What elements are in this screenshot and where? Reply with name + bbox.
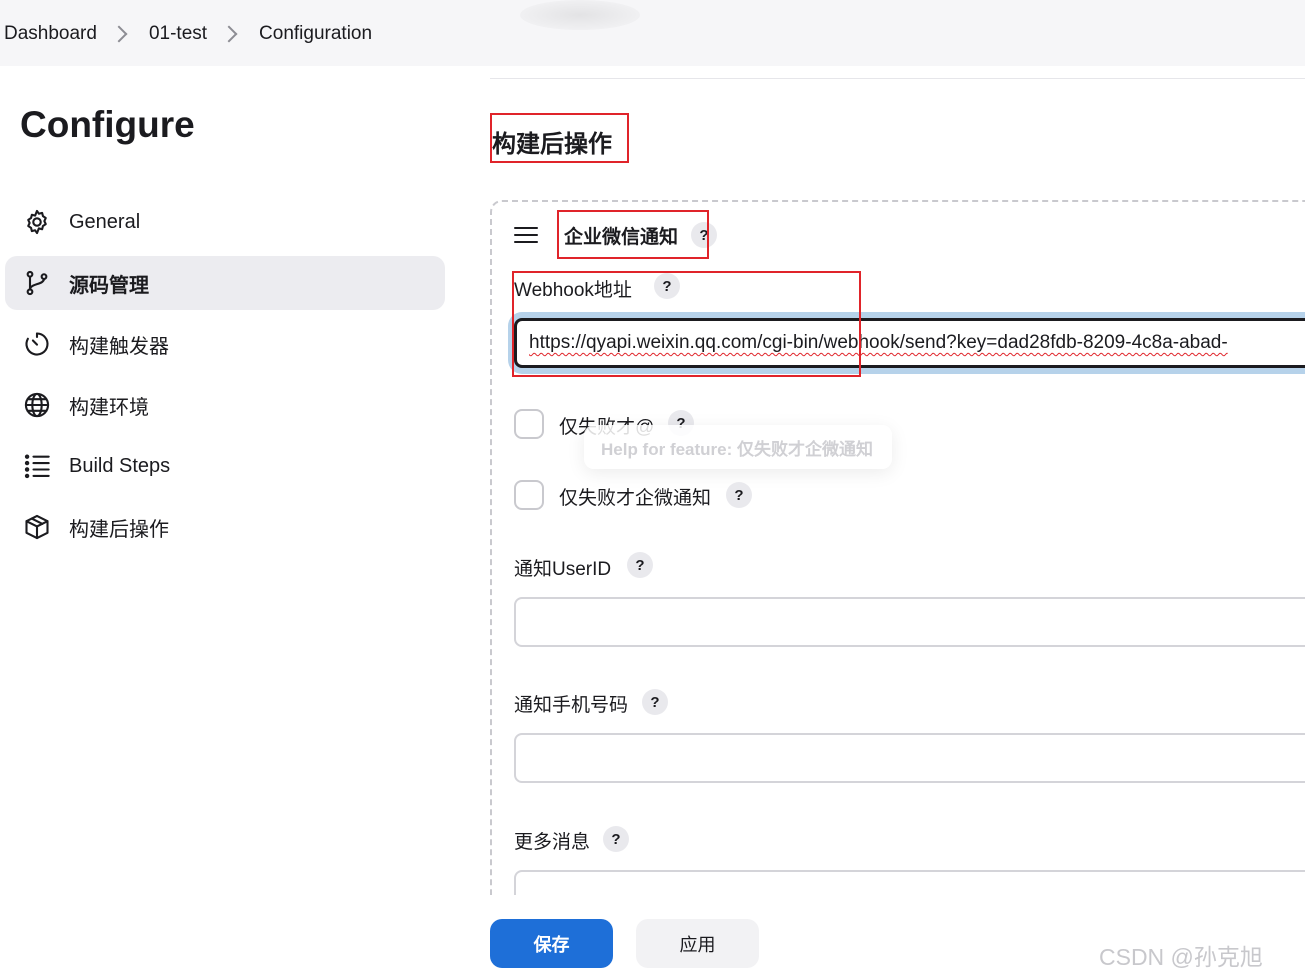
fail-only-notify-label: 仅失败才企微通知 xyxy=(559,488,712,509)
chevron-right-icon xyxy=(110,25,128,43)
sidebar-item-label: Build Steps xyxy=(69,454,171,477)
breadcrumb-configuration[interactable]: Configuration xyxy=(259,23,372,45)
sidebar-item-label: General xyxy=(69,210,141,233)
sidebar-item-post-build[interactable]: 构建后操作 xyxy=(5,500,445,554)
sidebar-item-label: 构建触发器 xyxy=(69,335,169,358)
breadcrumb-dashboard[interactable]: Dashboard xyxy=(4,23,97,45)
timer-icon xyxy=(22,329,52,359)
page-title: Configure xyxy=(20,104,195,145)
apply-button[interactable]: 应用 xyxy=(636,919,759,968)
blur-artifact xyxy=(520,0,640,30)
help-icon[interactable]: ? xyxy=(642,689,668,715)
breadcrumb-job[interactable]: 01-test xyxy=(149,23,207,45)
fail-only-at-checkbox[interactable] xyxy=(514,409,544,439)
fail-only-notify-checkbox[interactable] xyxy=(514,480,544,510)
annotation-highlight xyxy=(557,210,709,259)
sidebar-item-build-steps[interactable]: Build Steps xyxy=(5,439,445,493)
sidebar-item-source-control[interactable]: 源码管理 xyxy=(5,256,445,310)
sidebar-item-label: 源码管理 xyxy=(69,274,149,297)
breadcrumb: Dashboard 01-test Configuration xyxy=(4,0,372,68)
sidebar-item-environment[interactable]: 构建环境 xyxy=(5,378,445,432)
phone-label: 通知手机号码 xyxy=(514,695,629,716)
globe-icon xyxy=(22,390,52,420)
userid-label: 通知UserID xyxy=(514,559,612,580)
branch-icon xyxy=(22,268,52,298)
sidebar-item-general[interactable]: General xyxy=(5,195,445,249)
help-icon[interactable]: ? xyxy=(627,552,653,578)
gear-icon xyxy=(22,207,52,237)
help-icon[interactable]: ? xyxy=(726,482,752,508)
userid-input[interactable] xyxy=(514,597,1305,647)
save-button[interactable]: 保存 xyxy=(490,919,613,968)
list-icon xyxy=(22,451,52,481)
phone-input[interactable] xyxy=(514,733,1305,783)
package-icon xyxy=(22,512,52,542)
more-message-label: 更多消息 xyxy=(514,832,591,853)
sidebar-item-triggers[interactable]: 构建触发器 xyxy=(5,317,445,371)
annotation-highlight xyxy=(512,271,861,377)
help-icon[interactable]: ? xyxy=(603,826,629,852)
watermark: CSDN @孙克旭 xyxy=(1099,944,1263,970)
sidebar-item-label: 构建环境 xyxy=(69,396,149,419)
sidebar-item-label: 构建后操作 xyxy=(69,518,169,541)
divider xyxy=(490,78,1305,79)
drag-handle-icon[interactable] xyxy=(514,227,538,243)
chevron-right-icon xyxy=(220,25,238,43)
annotation-highlight xyxy=(490,113,629,163)
help-tooltip: Help for feature: 仅失败才企微通知 xyxy=(584,425,892,469)
